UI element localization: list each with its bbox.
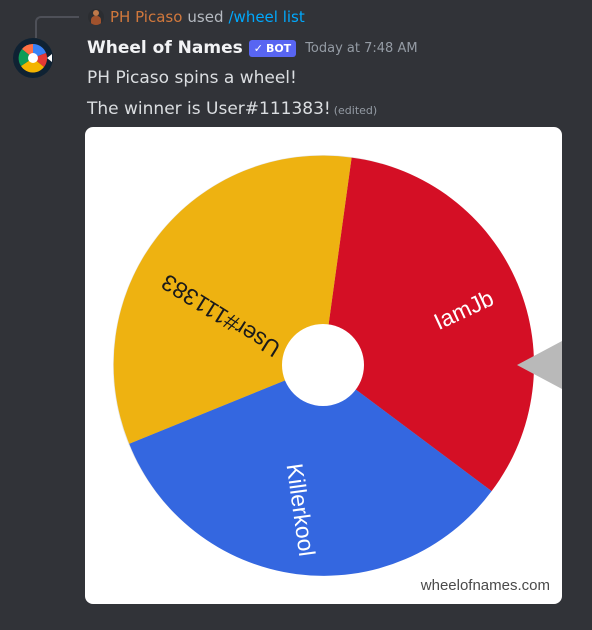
bot-badge: ✓ BOT [248,39,297,57]
reply-reference[interactable]: PH Picaso used /wheel list [88,7,305,27]
bot-avatar[interactable] [13,38,53,78]
wheel-center-hub [282,324,364,406]
verified-check-icon: ✓ [253,41,263,55]
message-header: Wheel of Names ✓ BOT Today at 7:48 AM [87,38,418,58]
star-icon[interactable] [100,141,128,168]
reply-username[interactable]: PH Picaso [110,8,182,26]
author-name[interactable]: Wheel of Names [87,38,243,58]
wheel-image-card[interactable]: IamJb Killerkool User#111383 wheelofname… [85,127,562,604]
message-timestamp[interactable]: Today at 7:48 AM [305,41,417,56]
watermark: wheelofnames.com [420,577,550,594]
edited-label: (edited) [333,104,378,117]
message-line-2: The winner is User#111383! (edited) [87,99,377,119]
bot-badge-label: BOT [265,41,292,55]
reply-user-avatar[interactable] [88,9,104,25]
message-line-2-text: The winner is User#111383! [87,99,331,119]
reply-connector [35,16,79,38]
slash-command[interactable]: /wheel list [229,8,305,26]
reply-verb: used [187,8,224,26]
message-line-1: PH Picaso spins a wheel! [87,68,297,88]
